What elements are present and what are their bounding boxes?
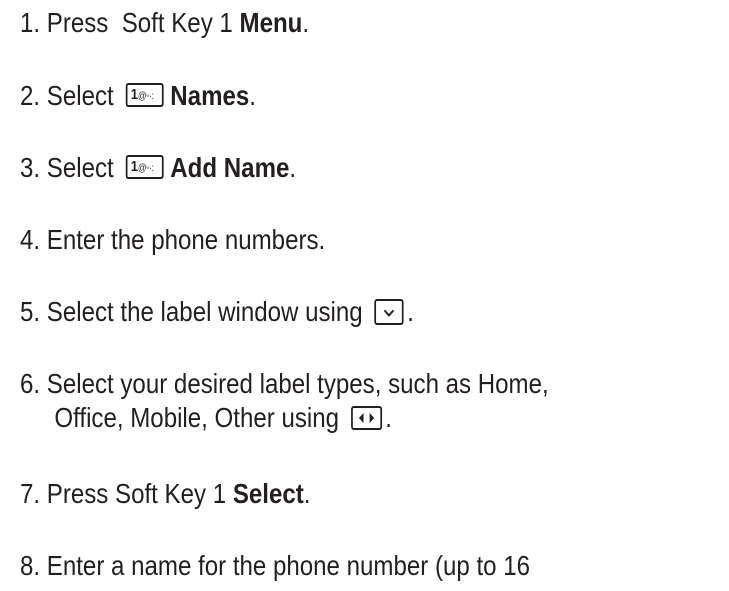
- names-label: Names: [170, 80, 250, 111]
- step-text: Select: [46, 80, 121, 111]
- step-text-line1: Select your desired label types, such as…: [46, 368, 549, 399]
- step-text: Press Soft Key 1: [46, 478, 233, 509]
- step-number: 8.: [20, 550, 41, 581]
- instruction-page: 1. Press Soft Key 1 Menu. 2. Select 1@ᵕ·…: [0, 0, 729, 591]
- number-1-key-icon: 1@ᵕ·:: [125, 155, 164, 179]
- step-7: 7. Press Soft Key 1 Select.: [20, 477, 310, 511]
- step-punctuation: .: [249, 80, 256, 111]
- step-text: Select: [46, 152, 121, 183]
- step-punctuation: .: [302, 7, 310, 38]
- step-8: 8. Enter a name for the phone number (up…: [20, 549, 530, 583]
- step-punctuation: .: [303, 478, 311, 509]
- step-6: 6. Select your desired label types, such…: [20, 367, 549, 435]
- step-1: 1. Press Soft Key 1 Menu.: [20, 6, 309, 40]
- step-text: Press Soft Key 1: [46, 7, 240, 38]
- step-punctuation: .: [407, 296, 414, 327]
- select-label: Select: [232, 478, 304, 509]
- step-text-line2: Office, Mobile, Other using .: [54, 402, 392, 433]
- number-1-key-icon: 1@ᵕ·:: [125, 83, 164, 107]
- left-right-navigation-key-icon: [350, 406, 382, 430]
- step-number: 5.: [20, 296, 41, 327]
- step-text: Enter the phone numbers.: [46, 224, 326, 255]
- step-3: 3. Select 1@ᵕ·: Add Name.: [20, 151, 296, 185]
- add-name-label: Add Name: [170, 152, 290, 183]
- down-navigation-key-icon: [374, 299, 404, 325]
- menu-label: Menu: [239, 7, 303, 38]
- step-2: 2. Select 1@ᵕ·: Names.: [20, 79, 256, 113]
- step-text: Enter a name for the phone number (up to…: [46, 550, 531, 581]
- step-5: 5. Select the label window using .: [20, 295, 414, 329]
- step-number: 7.: [20, 478, 41, 509]
- step-number: 3.: [20, 152, 41, 183]
- step-number: 2.: [20, 80, 41, 111]
- step-punctuation: .: [289, 152, 297, 183]
- step-text: Select the label window using: [46, 296, 370, 327]
- step-number: 1.: [20, 7, 41, 38]
- step-number: 6.: [20, 368, 41, 399]
- step-4: 4. Enter the phone numbers.: [20, 223, 325, 257]
- step-number: 4.: [20, 224, 41, 255]
